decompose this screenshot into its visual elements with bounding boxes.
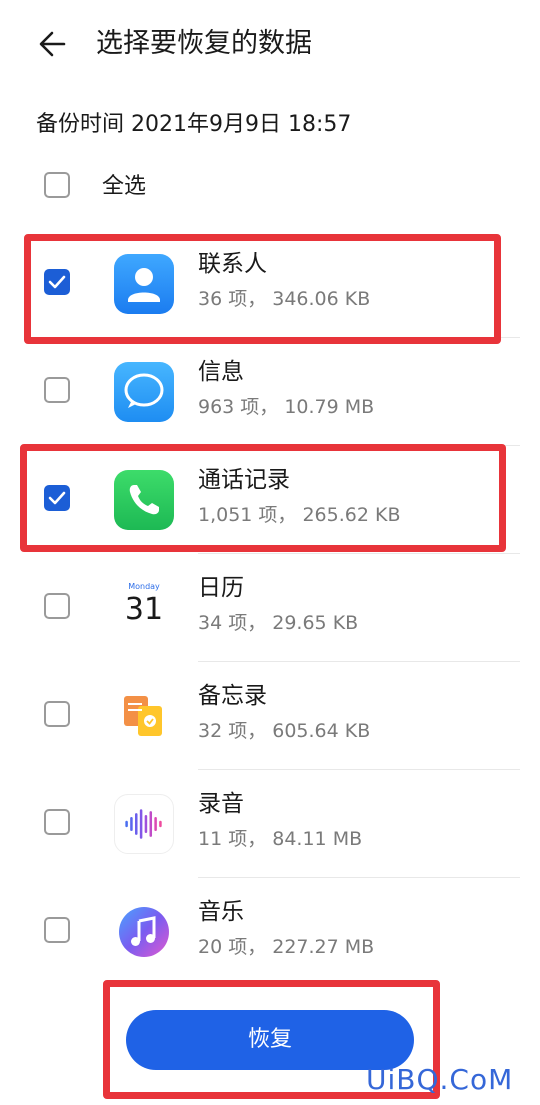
list-item-notes[interactable]: 备忘录 32 项， 605.64 KB — [0, 662, 540, 770]
calendar-weekday: Monday — [128, 582, 160, 591]
item-meta: 963 项， 10.79 MB — [198, 396, 375, 418]
item-name: 日历 — [198, 575, 244, 601]
item-meta: 34 项， 29.65 KB — [198, 612, 359, 634]
back-arrow-icon[interactable] — [34, 24, 74, 64]
item-name: 联系人 — [198, 251, 267, 277]
header: 选择要恢复的数据 — [0, 0, 540, 88]
notes-checkbox[interactable] — [44, 701, 70, 727]
phone-icon — [114, 470, 174, 530]
list-item-contacts[interactable]: 联系人 36 项， 346.06 KB — [0, 230, 540, 338]
recorder-checkbox[interactable] — [44, 809, 70, 835]
music-checkbox[interactable] — [44, 917, 70, 943]
notes-icon — [114, 686, 174, 746]
music-icon — [114, 902, 174, 962]
item-name: 信息 — [198, 359, 244, 385]
calendar-icon: Monday 31 — [114, 578, 174, 638]
item-meta: 1,051 项， 265.62 KB — [198, 504, 401, 526]
contacts-checkbox[interactable] — [44, 269, 70, 295]
contacts-icon — [114, 254, 174, 314]
recorder-icon — [114, 794, 174, 854]
select-all-label: 全选 — [102, 174, 147, 199]
page-title: 选择要恢复的数据 — [96, 28, 312, 59]
list-item-recorder[interactable]: 录音 11 项， 84.11 MB — [0, 770, 540, 878]
item-meta: 36 项， 346.06 KB — [198, 288, 371, 310]
list-item-calendar[interactable]: Monday 31 日历 34 项， 29.65 KB — [0, 554, 540, 662]
list-item-call-log[interactable]: 通话记录 1,051 项， 265.62 KB — [0, 446, 540, 554]
calendar-day: 31 — [124, 592, 164, 627]
restore-button[interactable]: 恢复 — [126, 1010, 414, 1070]
backup-time-label: 备份时间 2021年9月9日 18:57 — [36, 112, 352, 137]
item-name: 通话记录 — [198, 467, 290, 493]
call-log-checkbox[interactable] — [44, 485, 70, 511]
calendar-checkbox[interactable] — [44, 593, 70, 619]
item-name: 备忘录 — [198, 683, 267, 709]
list-item-messages[interactable]: 信息 963 项， 10.79 MB — [0, 338, 540, 446]
item-meta: 11 项， 84.11 MB — [198, 828, 363, 850]
messages-checkbox[interactable] — [44, 377, 70, 403]
item-name: 录音 — [198, 791, 244, 817]
item-meta: 20 项， 227.27 MB — [198, 936, 375, 958]
item-meta: 32 项， 605.64 KB — [198, 720, 371, 742]
item-name: 音乐 — [198, 899, 244, 925]
messages-icon — [114, 362, 174, 422]
watermark-text: UiBQ.CoM — [366, 1063, 514, 1096]
select-all-checkbox[interactable] — [44, 172, 70, 198]
list-item-music[interactable]: 音乐 20 项， 227.27 MB — [0, 878, 540, 986]
